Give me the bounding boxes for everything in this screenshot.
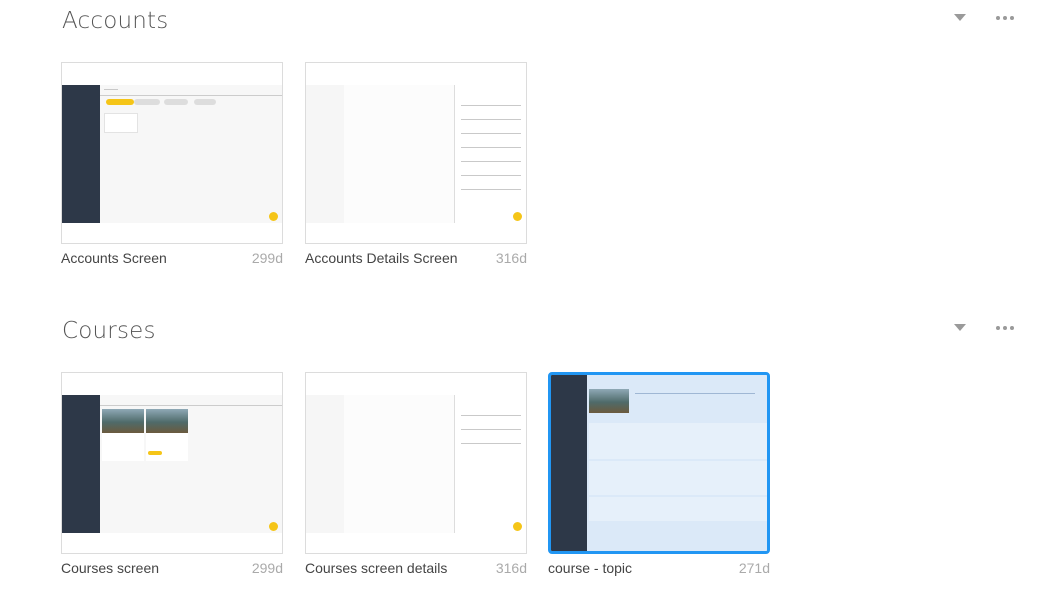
mock-fab — [513, 522, 522, 531]
mock-fab — [269, 212, 278, 221]
section-title: Courses — [62, 318, 156, 344]
mock-fab — [269, 522, 278, 531]
card-label: Courses screen — [61, 560, 160, 576]
screen-thumbnail[interactable] — [548, 372, 770, 554]
collapse-caret-icon[interactable] — [954, 324, 966, 331]
mock-main — [100, 85, 282, 223]
screen-card[interactable]: Courses screen details 316d — [305, 372, 527, 576]
card-age: 271d — [738, 560, 770, 576]
mock-sidebar — [62, 395, 100, 533]
screen-thumbnail[interactable] — [305, 62, 527, 244]
mock-fab — [513, 212, 522, 221]
screen-thumbnail[interactable] — [305, 372, 527, 554]
mock-details-panel — [454, 85, 526, 223]
screen-thumbnail[interactable] — [61, 62, 283, 244]
screen-card[interactable]: Accounts Details Screen 316d — [305, 62, 527, 266]
mock-sidebar — [62, 85, 100, 223]
screen-card-selected[interactable]: course - topic 271d — [548, 372, 770, 576]
section-actions — [954, 324, 1014, 331]
section-actions — [954, 14, 1014, 21]
card-age: 316d — [495, 560, 527, 576]
screen-card[interactable]: Accounts Screen 299d — [61, 62, 283, 266]
collapse-caret-icon[interactable] — [954, 14, 966, 21]
card-age: 299d — [251, 250, 283, 266]
mock-sidebar — [551, 375, 589, 551]
section-title: Accounts — [62, 8, 169, 34]
mock-main — [587, 375, 767, 551]
card-label: Accounts Screen — [61, 250, 167, 266]
more-options-icon[interactable] — [996, 325, 1014, 330]
mock-details-panel — [454, 395, 526, 533]
more-options-icon[interactable] — [996, 15, 1014, 20]
card-age: 316d — [495, 250, 527, 266]
card-label: course - topic — [548, 560, 633, 576]
card-label: Accounts Details Screen — [305, 250, 458, 266]
mock-main — [100, 395, 282, 533]
screen-thumbnail[interactable] — [61, 372, 283, 554]
card-age: 299d — [251, 560, 283, 576]
screen-card[interactable]: Courses screen 299d — [61, 372, 283, 576]
card-label: Courses screen details — [305, 560, 448, 576]
